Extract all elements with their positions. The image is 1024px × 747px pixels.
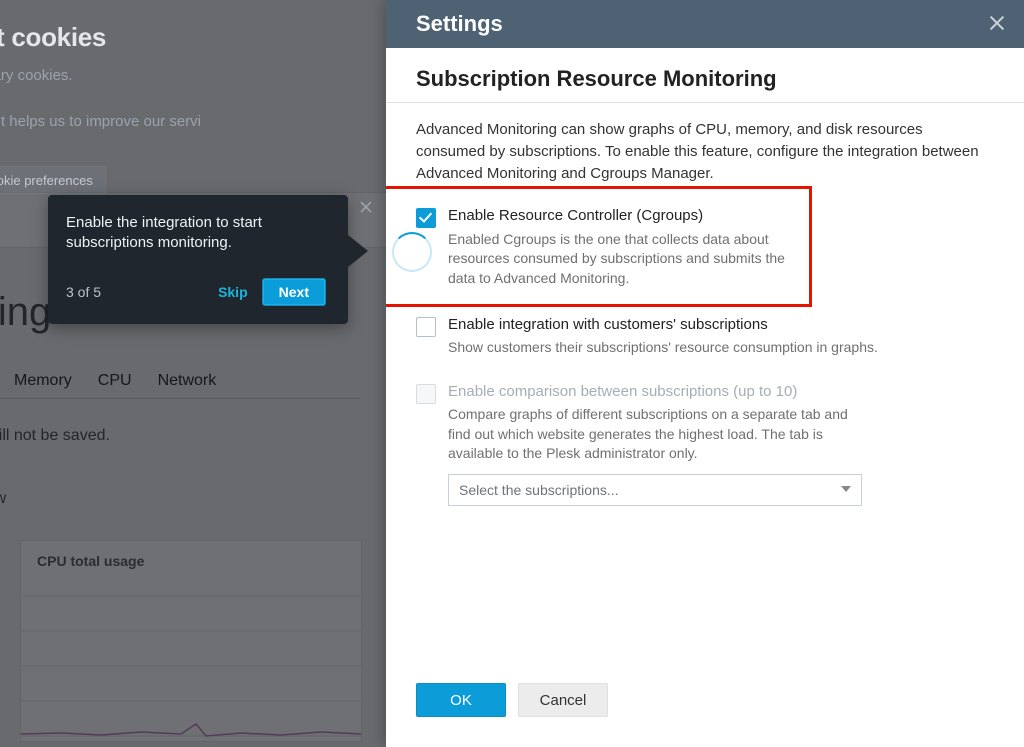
settings-subtitle: Subscription Resource Monitoring <box>416 66 994 92</box>
tooltip-close-icon[interactable] <box>360 201 372 213</box>
option-enable-comparison: Enable comparison between subscriptions … <box>416 378 994 512</box>
onboarding-tip-text: Enable the integration to start subscrip… <box>66 213 326 254</box>
option-label: Enable comparison between subscriptions … <box>448 382 994 402</box>
onboarding-tooltip: Enable the integration to start subscrip… <box>48 195 348 324</box>
cookie-preferences-label: cookie preferences <box>0 173 93 188</box>
cancel-button[interactable]: Cancel <box>518 683 608 717</box>
skip-button[interactable]: Skip <box>218 284 248 300</box>
divider <box>386 102 1024 103</box>
tooltip-arrow <box>348 235 368 267</box>
option-desc: Compare graphs of different subscription… <box>448 405 848 464</box>
next-button[interactable]: Next <box>262 278 326 306</box>
option-enable-customers-integration: Enable integration with customers' subsc… <box>416 311 994 364</box>
option-label: Enable integration with customers' subsc… <box>448 315 994 335</box>
settings-title: Settings <box>416 11 503 37</box>
checkbox-enable-cgroups[interactable] <box>416 208 436 228</box>
settings-intro: Advanced Monitoring can show graphs of C… <box>416 119 994 184</box>
onboarding-step: 3 of 5 <box>66 284 101 300</box>
cookie-preferences-button[interactable]: cookie preferences <box>0 166 106 194</box>
settings-panel-header: Settings <box>386 0 1024 48</box>
cookie-banner-text-1: us to use necessary cookies. <box>0 67 73 84</box>
cookie-banner-title: ccept cookies <box>0 22 106 53</box>
subscriptions-select-placeholder: Select the subscriptions... <box>459 482 619 498</box>
option-label: Enable Resource Controller (Cgroups) <box>448 206 994 226</box>
settings-panel: Settings Subscription Resource Monitorin… <box>386 0 1024 747</box>
subscriptions-select[interactable]: Select the subscriptions... <box>448 474 862 506</box>
checkbox-enable-customers-integration[interactable] <box>416 317 436 337</box>
option-desc: Enabled Cgroups is the one that collects… <box>448 230 808 289</box>
checkbox-enable-comparison <box>416 384 436 404</box>
option-enable-cgroups: Enable Resource Controller (Cgroups) Ena… <box>416 202 994 294</box>
close-icon[interactable] <box>988 14 1006 32</box>
option-desc: Show customers their subscriptions' reso… <box>448 338 994 358</box>
ok-button[interactable]: OK <box>416 683 506 717</box>
loading-spinner-icon <box>392 232 432 272</box>
cookie-banner-text-2: bout how you use Plesk. It helps us to i… <box>0 113 201 130</box>
settings-panel-footer: OK Cancel <box>386 671 1024 747</box>
chevron-down-icon <box>841 486 851 492</box>
